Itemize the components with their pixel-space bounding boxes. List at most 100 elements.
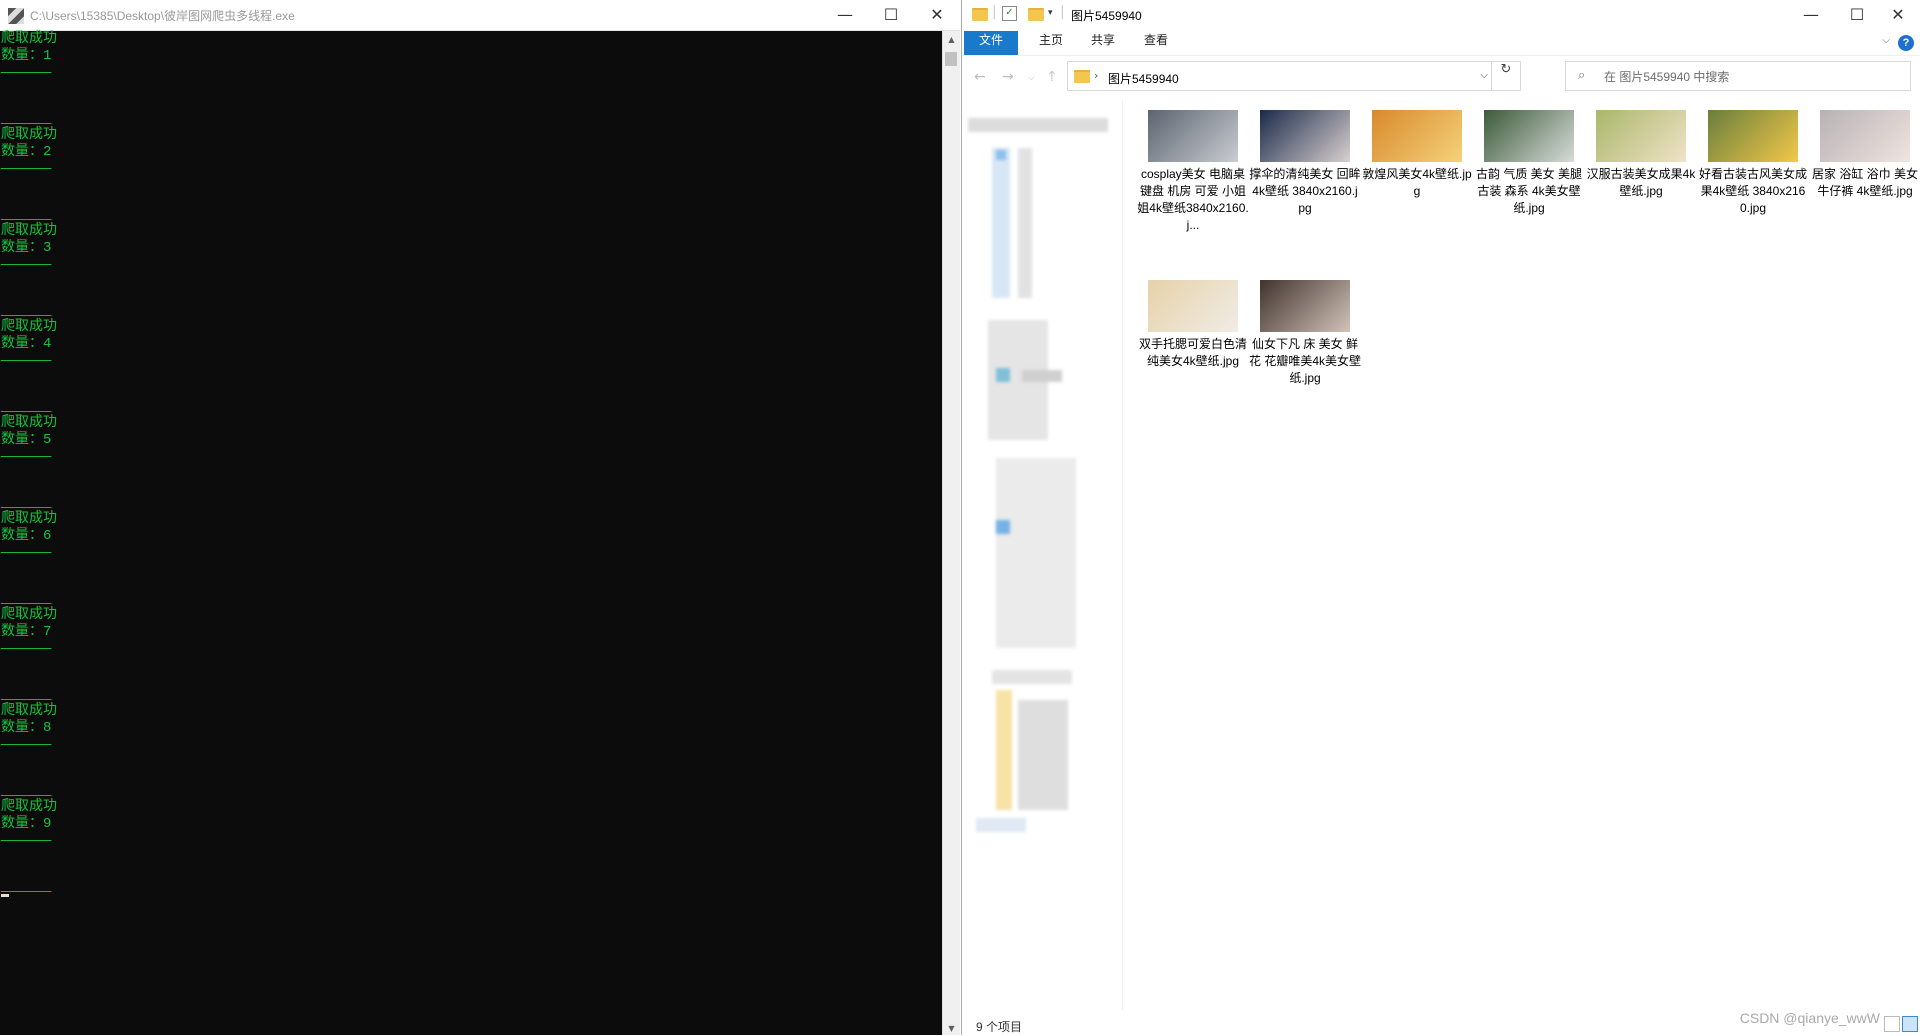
console-scrollbar[interactable]: ▲ ▼ bbox=[942, 31, 960, 1035]
tab-file[interactable]: 文件 bbox=[964, 31, 1018, 55]
image-thumbnail[interactable] bbox=[1372, 110, 1462, 162]
item-count: 9 个项目 bbox=[976, 1020, 1023, 1034]
expand-ribbon-icon[interactable]: ⌵ bbox=[1882, 35, 1890, 46]
large-icons-view-icon[interactable] bbox=[1902, 1016, 1918, 1032]
forward-arrow-icon[interactable]: → bbox=[1002, 69, 1014, 85]
file-name[interactable]: 撑伞的清纯美女 回眸4k壁纸 3840x2160.jpg bbox=[1249, 166, 1361, 217]
console-entry: 爬取成功 数量：6 —————— —————— bbox=[1, 511, 944, 612]
breadcrumb-chevron-icon[interactable]: › bbox=[1094, 69, 1098, 82]
success-line: 爬取成功 bbox=[1, 223, 57, 239]
separator-line: —————— bbox=[1, 161, 52, 177]
file-name[interactable]: 居家 浴缸 浴巾 美女 牛仔裤 4k壁纸.jpg bbox=[1809, 166, 1920, 200]
console-entry: 爬取成功 数量：1 —————— —————— bbox=[1, 31, 944, 132]
search-input[interactable] bbox=[1602, 67, 1896, 87]
file-item[interactable]: 敦煌风美女4k壁纸.jpg bbox=[1361, 108, 1473, 200]
success-line: 爬取成功 bbox=[1, 511, 57, 527]
navigation-bar: ← → ⌵ ↑ › 图片5459940 ⌵ ↻ ⌕ bbox=[962, 61, 1920, 93]
separator-line: —————— bbox=[1, 65, 52, 81]
scroll-down-icon[interactable]: ▼ bbox=[943, 1024, 960, 1033]
up-arrow-icon[interactable]: ↑ bbox=[1046, 69, 1058, 85]
folder-icon bbox=[1074, 70, 1090, 83]
console-title: C:\Users\15385\Desktop\彼岸图网爬虫多线程.exe bbox=[30, 9, 295, 23]
file-item[interactable]: 汉服古装美女成果4k壁纸.jpg bbox=[1585, 108, 1697, 200]
image-thumbnail[interactable] bbox=[1260, 110, 1350, 162]
count-line: 数量：4 bbox=[1, 336, 52, 352]
image-thumbnail[interactable] bbox=[1148, 280, 1238, 332]
file-name[interactable]: 仙女下凡 床 美女 鲜花 花瓣唯美4k美女壁纸.jpg bbox=[1249, 336, 1361, 387]
file-item[interactable]: 古韵 气质 美女 美腿 古装 森系 4k美女壁纸.jpg bbox=[1473, 108, 1585, 217]
file-item[interactable]: 居家 浴缸 浴巾 美女 牛仔裤 4k壁纸.jpg bbox=[1809, 108, 1920, 200]
success-line: 爬取成功 bbox=[1, 127, 57, 143]
success-line: 爬取成功 bbox=[1, 415, 57, 431]
count-line: 数量：6 bbox=[1, 528, 52, 544]
file-item[interactable]: 撑伞的清纯美女 回眸4k壁纸 3840x2160.jpg bbox=[1249, 108, 1361, 217]
console-entry: 爬取成功 数量：5 —————— —————— bbox=[1, 415, 944, 516]
view-switcher bbox=[1882, 1016, 1918, 1036]
file-item[interactable]: 好看古装古风美女成果4k壁纸 3840x2160.jpg bbox=[1697, 108, 1809, 217]
console-titlebar[interactable]: C:\Users\15385\Desktop\彼岸图网爬虫多线程.exe — ☐… bbox=[0, 0, 960, 31]
file-item[interactable]: cosplay美女 电脑桌 键盘 机房 可爱 小姐姐4k壁纸3840x2160.… bbox=[1137, 108, 1249, 234]
image-thumbnail[interactable] bbox=[1148, 110, 1238, 162]
tab-share[interactable]: 共享 bbox=[1084, 31, 1122, 55]
refresh-icon[interactable]: ↻ bbox=[1491, 62, 1520, 90]
properties-icon[interactable]: ✓ bbox=[1002, 6, 1017, 21]
search-icon: ⌕ bbox=[1578, 68, 1586, 83]
help-icon[interactable]: ? bbox=[1898, 35, 1914, 51]
file-name[interactable]: 汉服古装美女成果4k壁纸.jpg bbox=[1585, 166, 1697, 200]
minimize-button[interactable]: — bbox=[822, 0, 868, 31]
separator-line: —————— bbox=[1, 737, 52, 753]
breadcrumb[interactable]: 图片5459940 bbox=[1108, 70, 1179, 87]
console-output[interactable]: 爬取成功 数量：1 —————— —————— 爬取成功 数量：2 —————— ——————… bbox=[0, 31, 944, 1035]
new-folder-icon[interactable] bbox=[1028, 8, 1044, 21]
details-view-icon[interactable] bbox=[1884, 1016, 1900, 1032]
console-entry: 爬取成功 数量：2 —————— —————— bbox=[1, 127, 944, 228]
address-dropdown-icon[interactable]: ⌵ bbox=[1480, 70, 1488, 81]
success-line: 爬取成功 bbox=[1, 319, 57, 335]
tab-home[interactable]: 主页 bbox=[1032, 31, 1070, 55]
console-entry: 爬取成功 数量：8 —————— —————— bbox=[1, 703, 944, 804]
scroll-thumb[interactable] bbox=[945, 52, 957, 66]
file-name[interactable]: cosplay美女 电脑桌 键盘 机房 可爱 小姐姐4k壁纸3840x2160.… bbox=[1137, 166, 1249, 234]
file-name[interactable]: 古韵 气质 美女 美腿 古装 森系 4k美女壁纸.jpg bbox=[1473, 166, 1585, 217]
image-thumbnail[interactable] bbox=[1260, 280, 1350, 332]
navigation-pane[interactable] bbox=[962, 100, 1123, 1010]
separator-line: —————— bbox=[1, 353, 52, 369]
recent-locations-icon[interactable]: ⌵ bbox=[1028, 73, 1035, 83]
file-item[interactable]: 仙女下凡 床 美女 鲜花 花瓣唯美4k美女壁纸.jpg bbox=[1249, 278, 1361, 387]
search-box[interactable]: ⌕ bbox=[1565, 61, 1911, 91]
console-window: C:\Users\15385\Desktop\彼岸图网爬虫多线程.exe — ☐… bbox=[0, 0, 960, 1035]
success-line: 爬取成功 bbox=[1, 799, 57, 815]
image-thumbnail[interactable] bbox=[1596, 110, 1686, 162]
console-entry: 爬取成功 数量：3 —————— —————— bbox=[1, 223, 944, 324]
maximize-button[interactable]: ☐ bbox=[1834, 0, 1880, 31]
console-app-icon bbox=[8, 8, 24, 24]
explorer-titlebar[interactable]: | ✓ ▾ | 图片5459940 — ☐ ✕ bbox=[962, 0, 1920, 30]
image-thumbnail[interactable] bbox=[1708, 110, 1798, 162]
count-line: 数量：2 bbox=[1, 144, 52, 160]
maximize-button[interactable]: ☐ bbox=[868, 0, 914, 31]
count-line: 数量：1 bbox=[1, 48, 52, 64]
customize-quick-access-icon[interactable]: ▾ bbox=[1048, 8, 1053, 18]
file-name[interactable]: 双手托腮可爱白色清纯美女4k壁纸.jpg bbox=[1137, 336, 1249, 370]
success-line: 爬取成功 bbox=[1, 607, 57, 623]
address-bar[interactable]: › 图片5459940 ⌵ ↻ bbox=[1067, 61, 1521, 91]
file-name[interactable]: 好看古装古风美女成果4k壁纸 3840x2160.jpg bbox=[1697, 166, 1809, 217]
back-arrow-icon[interactable]: ← bbox=[974, 69, 986, 85]
console-entry: 爬取成功 数量：4 —————— —————— bbox=[1, 319, 944, 420]
success-line: 爬取成功 bbox=[1, 31, 57, 47]
success-line: 爬取成功 bbox=[1, 703, 57, 719]
tab-view[interactable]: 查看 bbox=[1137, 31, 1175, 55]
image-thumbnail[interactable] bbox=[1484, 110, 1574, 162]
separator-line: —————— bbox=[1, 545, 52, 561]
close-button[interactable]: ✕ bbox=[914, 0, 960, 31]
scroll-up-icon[interactable]: ▲ bbox=[943, 35, 960, 44]
console-entry: 爬取成功 数量：9 —————— —————— bbox=[1, 799, 944, 900]
file-item[interactable]: 双手托腮可爱白色清纯美女4k壁纸.jpg bbox=[1137, 278, 1249, 370]
count-line: 数量：8 bbox=[1, 720, 52, 736]
minimize-button[interactable]: — bbox=[1788, 0, 1834, 31]
image-thumbnail[interactable] bbox=[1820, 110, 1910, 162]
text-cursor bbox=[1, 894, 9, 897]
file-name[interactable]: 敦煌风美女4k壁纸.jpg bbox=[1361, 166, 1473, 200]
separator-line: —————— bbox=[1, 641, 52, 657]
close-button[interactable]: ✕ bbox=[1875, 0, 1920, 31]
